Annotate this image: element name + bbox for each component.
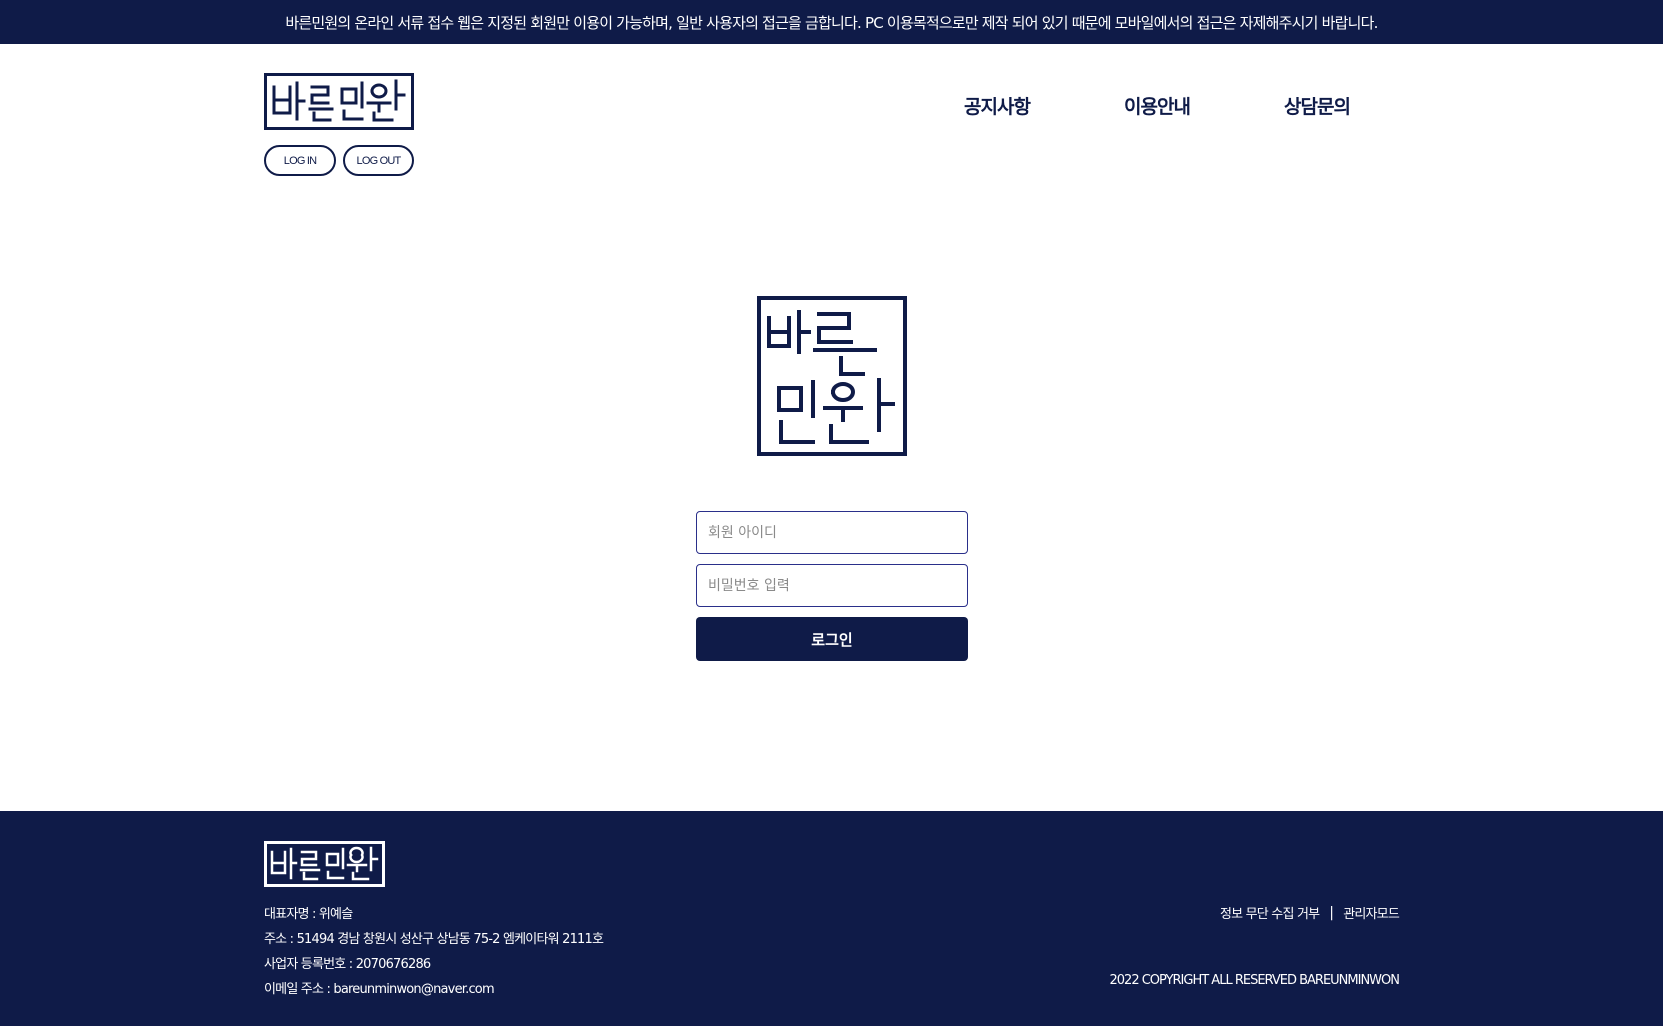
footer-ceo: 대표자명 : 위예슬	[264, 907, 353, 922]
nav-item-consultation[interactable]: 상담문의	[1284, 92, 1351, 119]
member-id-input[interactable]	[696, 511, 968, 554]
footer: 대표자명 : 위예슬 주소 : 51494 경남 창원시 성산구 상남동 75-…	[0, 811, 1663, 1026]
login-logo	[757, 296, 907, 456]
footer-email: 이메일 주소 : bareunminwon@naver.com	[264, 982, 495, 997]
nav-item-notice[interactable]: 공지사항	[964, 92, 1031, 119]
footer-links: 정보 무단 수집 거부 | 관리자모드	[1220, 903, 1400, 923]
footer-logo	[264, 841, 385, 887]
bareunminwon-square-logo-icon	[757, 296, 907, 456]
copyright-text: 2022 COPYRIGHT ALL RESERVED BAREUNMINWON	[1109, 973, 1400, 988]
bareunminwon-logo-icon	[264, 73, 414, 130]
footer-link-no-scraping[interactable]: 정보 무단 수집 거부	[1220, 903, 1320, 922]
footer-business-number: 사업자 등록번호 : 2070676286	[264, 957, 431, 972]
logout-button[interactable]: LOG OUT	[343, 145, 414, 176]
nav-item-guide[interactable]: 이용안내	[1124, 92, 1191, 119]
password-input[interactable]	[696, 564, 968, 607]
header-logo[interactable]	[264, 73, 414, 130]
login-submit-button[interactable]: 로그인	[696, 617, 968, 661]
login-button[interactable]: LOG IN	[264, 145, 336, 176]
footer-link-admin-mode[interactable]: 관리자모드	[1343, 903, 1400, 922]
notice-bar: 바른민원의 온라인 서류 접수 웹은 지정된 회원만 이용이 가능하며, 일반 …	[0, 0, 1663, 44]
bareunminwon-logo-icon	[264, 841, 385, 887]
notice-text: 바른민원의 온라인 서류 접수 웹은 지정된 회원만 이용이 가능하며, 일반 …	[285, 13, 1378, 32]
footer-link-separator: |	[1329, 904, 1334, 921]
footer-address: 주소 : 51494 경남 창원시 성산구 상남동 75-2 엠케이타워 211…	[264, 932, 604, 947]
